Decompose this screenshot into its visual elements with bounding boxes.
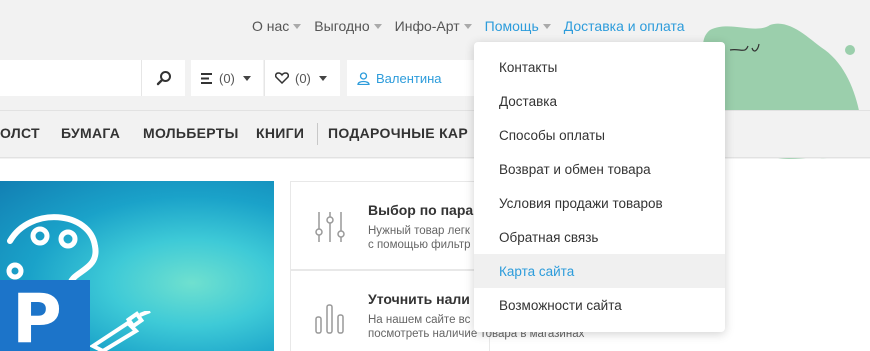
category-divider <box>317 123 318 145</box>
sliders-icon <box>315 212 345 242</box>
menu-item-feedback[interactable]: Обратная связь <box>474 220 725 254</box>
category-paper[interactable]: БУМАГА <box>61 125 120 141</box>
search-button[interactable] <box>141 60 185 96</box>
nav-about[interactable]: О нас <box>252 18 302 34</box>
category-books[interactable]: КНИГИ <box>256 125 304 141</box>
menu-item-site-features[interactable]: Возможности сайта <box>474 288 725 322</box>
menu-item-contacts[interactable]: Контакты <box>474 50 725 84</box>
card-title: Выбор по пара <box>368 202 474 218</box>
chevron-down-icon <box>373 24 382 29</box>
menu-item-delivery[interactable]: Доставка <box>474 84 725 118</box>
category-canvas[interactable]: ОЛСТ <box>0 125 40 141</box>
brand-logo-letter: P <box>12 280 62 351</box>
chevron-down-icon <box>542 24 551 29</box>
list-button[interactable]: (0) <box>191 60 263 96</box>
chevron-down-icon <box>318 75 327 81</box>
card-title: Уточнить нали <box>368 291 470 307</box>
feature-card-availability[interactable]: Уточнить нали На нашем сайте вс посмотре… <box>290 270 584 351</box>
brand-logo: P <box>0 280 90 351</box>
wishlist-button[interactable]: (0) <box>264 60 340 96</box>
category-gift-cards[interactable]: ПОДАРОЧНЫЕ КАР <box>328 125 468 141</box>
nav-help[interactable]: Помощь <box>485 18 551 34</box>
list-count: (0) <box>219 70 235 86</box>
promo-banner[interactable]: P <box>0 181 274 351</box>
nav-deals-label: Выгодно <box>314 18 370 34</box>
search-icon <box>156 71 171 86</box>
help-dropdown-menu: Контакты Доставка Способы оплаты Возврат… <box>474 42 725 332</box>
category-easels[interactable]: МОЛЬБЕРТЫ <box>143 125 239 141</box>
menu-item-returns[interactable]: Возврат и обмен товара <box>474 152 725 186</box>
menu-item-sitemap[interactable]: Карта сайта <box>474 254 725 288</box>
chevron-down-icon <box>293 24 302 29</box>
category-bar: ОЛСТ БУМАГА МОЛЬБЕРТЫ КНИГИ ПОДАРОЧНЫЕ К… <box>0 110 870 158</box>
tube-icon <box>88 311 151 351</box>
nav-info-art-label: Инфо-Арт <box>394 18 460 34</box>
user-account-button[interactable]: Валентина <box>347 60 477 96</box>
top-nav: О нас Выгодно Инфо-Арт Помощь Доставка и… <box>252 16 698 36</box>
feature-card-filter[interactable]: Выбор по пара Нужный товар легк с помощь… <box>290 181 490 270</box>
user-name: Валентина <box>376 70 442 86</box>
heart-icon <box>275 72 289 84</box>
chevron-down-icon <box>463 24 472 29</box>
wishlist-count: (0) <box>295 70 311 86</box>
bars-icon <box>315 304 344 334</box>
nav-about-label: О нас <box>252 18 290 34</box>
list-icon <box>201 72 212 84</box>
user-icon <box>357 71 370 85</box>
menu-item-payment-methods[interactable]: Способы оплаты <box>474 118 725 152</box>
nav-deals[interactable]: Выгодно <box>314 18 382 34</box>
nav-info-art[interactable]: Инфо-Арт <box>395 18 472 34</box>
menu-item-terms-of-sale[interactable]: Условия продажи товаров <box>474 186 725 220</box>
nav-help-label: Помощь <box>484 18 539 34</box>
chevron-down-icon <box>242 75 251 81</box>
